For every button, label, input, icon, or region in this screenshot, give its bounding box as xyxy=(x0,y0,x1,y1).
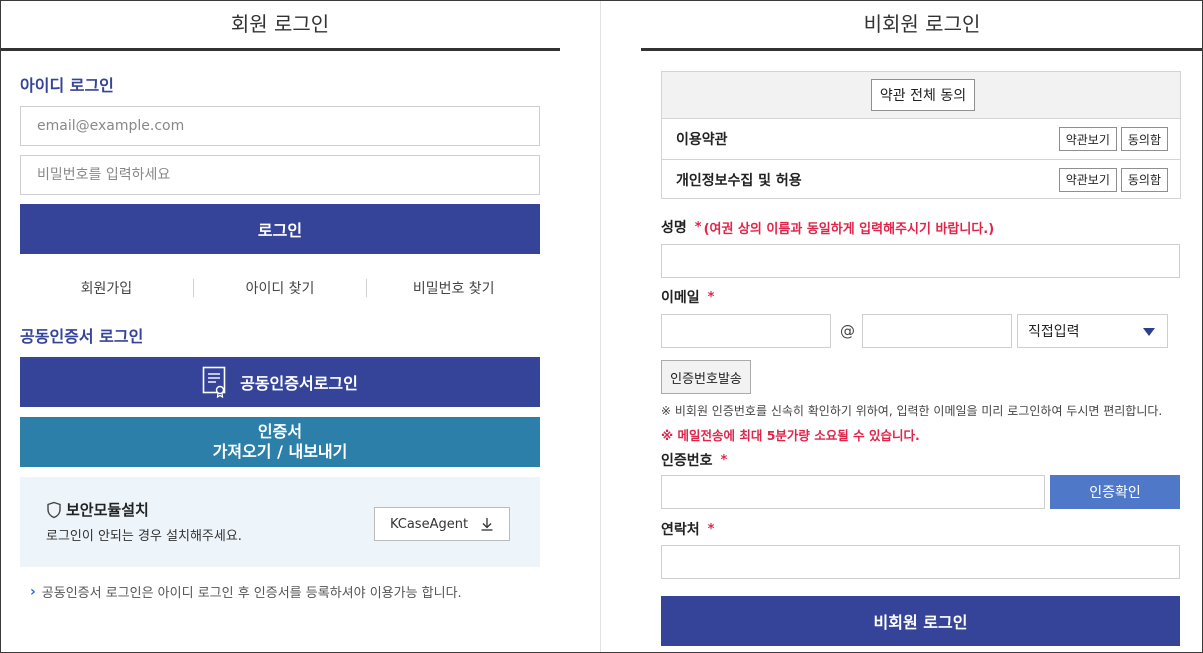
cert-transfer-line2: 가져오기 / 내보내기 xyxy=(212,442,348,461)
email-domain-input[interactable] xyxy=(862,314,1012,348)
agree-button[interactable]: 동의함 xyxy=(1120,127,1168,151)
cert-login-note: › 공동인증서 로그인은 아이디 로그인 후 인증서를 등록하셔야 이용가능 합… xyxy=(30,582,462,602)
required-mark: * xyxy=(694,219,702,235)
id-login-heading: 아이디 로그인 xyxy=(20,76,114,95)
member-login-title: 회원 로그인 xyxy=(230,12,330,36)
agree-button[interactable]: 동의함 xyxy=(1120,167,1168,192)
security-module-box: 보안모듈설치 로그인이 안되는 경우 설치해주세요. KCaseAgent xyxy=(20,477,540,567)
email-label: 이메일 * xyxy=(661,287,714,307)
terms-row-usage: 이용약관 약관보기 동의함 xyxy=(662,119,1180,159)
name-label: 성명 * (여권 상의 이름과 동일하게 입력해주시기 바랍니다.) xyxy=(661,217,994,237)
security-module-title: 보안모듈설치 xyxy=(46,499,149,520)
agree-all-button[interactable]: 약관 전체 동의 xyxy=(870,79,976,111)
code-input[interactable] xyxy=(661,475,1045,509)
terms-label: 개인정보수집 및 허용 xyxy=(676,172,802,189)
security-module-title-text: 보안모듈설치 xyxy=(66,501,149,519)
kcaseagent-download-button[interactable]: KCaseAgent xyxy=(374,507,510,541)
name-note: (여권 상의 이름과 동일하게 입력해주시기 바랍니다.) xyxy=(703,221,995,237)
certificate-icon xyxy=(202,366,228,399)
contact-label-text: 연락처 xyxy=(661,522,700,538)
terms-agree-all-row: 약관 전체 동의 xyxy=(662,72,1180,119)
contact-input[interactable] xyxy=(661,545,1180,579)
cert-login-note-text: 공동인증서 로그인은 아이디 로그인 후 인증서를 등록하셔야 이용가능 합니다… xyxy=(41,586,462,601)
email-input[interactable] xyxy=(20,106,540,146)
email-label-text: 이메일 xyxy=(661,290,700,306)
email-warning-note: ※ 메일전송에 최대 5분가량 소요될 수 있습니다. xyxy=(661,428,920,443)
cert-login-heading: 공동인증서 로그인 xyxy=(20,327,144,346)
account-links: 회원가입 아이디 찾기 비밀번호 찾기 xyxy=(20,276,540,300)
verify-code-button[interactable]: 인증확인 xyxy=(1050,475,1180,509)
password-input[interactable] xyxy=(20,155,540,195)
security-module-desc: 로그인이 안되는 경우 설치해주세요. xyxy=(46,529,242,544)
cert-login-button[interactable]: 공동인증서로그인 xyxy=(20,357,540,407)
signup-link[interactable]: 회원가입 xyxy=(20,278,193,298)
terms-box: 약관 전체 동의 이용약관 약관보기 동의함 개인정보수집 및 허용 약관보기 … xyxy=(661,71,1181,199)
kcaseagent-label: KCaseAgent xyxy=(389,516,469,532)
shield-icon xyxy=(46,501,62,519)
find-id-link[interactable]: 아이디 찾기 xyxy=(194,278,367,298)
terms-label: 이용약관 xyxy=(676,132,728,148)
find-password-link[interactable]: 비밀번호 찾기 xyxy=(367,278,540,298)
code-label: 인증번호 * xyxy=(661,450,727,470)
guest-title-underline xyxy=(641,48,1202,51)
code-label-text: 인증번호 xyxy=(661,453,713,469)
required-mark: * xyxy=(707,521,715,537)
email-domain-select-value: 직접입력 xyxy=(1028,324,1080,340)
member-title-underline xyxy=(1,48,560,51)
required-mark: * xyxy=(720,452,728,468)
download-icon xyxy=(480,517,494,531)
chevron-right-icon: › xyxy=(30,583,36,600)
cert-transfer-line1: 인증서 xyxy=(257,422,303,441)
send-code-button[interactable]: 인증번호발송 xyxy=(661,360,751,394)
guest-login-button[interactable]: 비회원 로그인 xyxy=(661,596,1180,646)
email-info-note: ※ 비회원 인증번호를 신속히 확인하기 위하여, 입력한 이메일을 미리 로그… xyxy=(661,404,1163,418)
member-login-panel: 회원 로그인 아이디 로그인 로그인 회원가입 아이디 찾기 비밀번호 찾기 공… xyxy=(0,0,600,653)
guest-login-title: 비회원 로그인 xyxy=(863,12,981,36)
contact-label: 연락처 * xyxy=(661,519,714,539)
required-mark: * xyxy=(707,289,715,305)
email-domain-select[interactable]: 직접입력 xyxy=(1017,314,1168,348)
guest-login-panel: 비회원 로그인 약관 전체 동의 이용약관 약관보기 동의함 개인정보수집 및 … xyxy=(601,0,1203,653)
caret-down-icon xyxy=(1143,328,1155,336)
name-label-text: 성명 xyxy=(661,220,687,236)
cert-login-label: 공동인증서로그인 xyxy=(240,374,358,393)
email-local-input[interactable] xyxy=(661,314,831,348)
name-input[interactable] xyxy=(661,244,1180,278)
view-terms-button[interactable]: 약관보기 xyxy=(1058,167,1117,192)
login-button[interactable]: 로그인 xyxy=(20,204,540,254)
at-sign: @ xyxy=(840,322,855,340)
cert-import-export-button[interactable]: 인증서 가져오기 / 내보내기 xyxy=(20,417,540,467)
terms-row-privacy: 개인정보수집 및 허용 약관보기 동의함 xyxy=(662,159,1180,199)
view-terms-button[interactable]: 약관보기 xyxy=(1058,127,1117,151)
